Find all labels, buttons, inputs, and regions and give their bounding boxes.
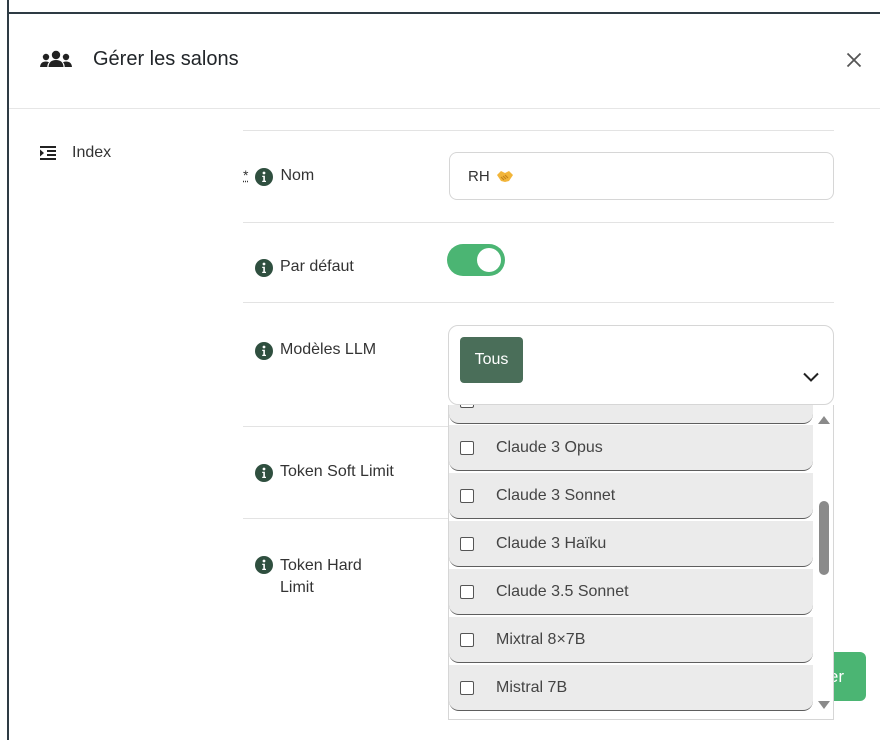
list-item[interactable]: Claude 3 Opus [449, 425, 813, 471]
sidebar-item-label: Index [72, 144, 112, 161]
option-label: Claude 3.5 Sonnet [496, 582, 629, 600]
close-icon[interactable] [842, 48, 866, 72]
manage-rooms-modal: Gérer les salons Index * Nom RH Par défa… [0, 0, 880, 740]
nom-input[interactable]: RH [449, 152, 834, 200]
option-checkbox[interactable] [460, 536, 474, 551]
option-checkbox[interactable] [460, 440, 474, 455]
modal-header: Gérer les salons [9, 14, 880, 109]
nom-input-value: RH [468, 167, 490, 185]
option-checkbox[interactable] [460, 632, 474, 647]
option-checkbox[interactable] [460, 680, 474, 695]
divider [243, 518, 448, 519]
info-icon[interactable] [255, 342, 273, 360]
dropdown-scrollbar[interactable] [813, 405, 833, 719]
divider [243, 426, 448, 427]
users-icon [40, 50, 72, 67]
option-label: Claude 3 Sonnet [496, 486, 616, 504]
modeles-dropdown-list[interactable]: Claude 3 Opus Claude 3 Sonnet Claude 3 H… [448, 405, 834, 720]
required-marker: * [243, 167, 249, 183]
option-checkbox[interactable] [460, 584, 474, 599]
field-label-token-soft: Token Soft Limit [255, 463, 394, 482]
par-defaut-toggle[interactable] [447, 244, 505, 276]
label-text: Par défaut [280, 258, 354, 275]
field-label-modeles: Modèles LLM [255, 341, 376, 360]
option-checkbox[interactable] [460, 405, 474, 408]
label-text: Token Soft Limit [280, 463, 394, 480]
option-label: Mistral 7B [496, 678, 568, 696]
modal-title: Gérer les salons [93, 48, 239, 70]
label-line-2: Limit [280, 579, 314, 596]
option-checkbox[interactable] [460, 488, 474, 503]
list-item[interactable]: Claude 3 Sonnet [449, 473, 813, 519]
list-item[interactable]: Claude 3 Haïku [449, 521, 813, 567]
option-label: Claude 3 Haïku [496, 534, 607, 552]
field-label-par-defaut: Par défaut [255, 258, 354, 277]
scroll-up-arrow-icon[interactable] [818, 416, 830, 424]
handshake-emoji-icon [496, 171, 513, 182]
list-item[interactable]: Claude 3.5 Sonnet [449, 569, 813, 615]
label-text: Nom [280, 167, 315, 184]
label-text: Token Hard Limit [280, 555, 362, 599]
option-label: Mixtral 8×7B [496, 630, 586, 648]
divider [243, 302, 834, 303]
divider [243, 222, 834, 223]
field-label-nom: * Nom [243, 167, 314, 186]
scroll-thumb[interactable] [819, 501, 829, 575]
field-label-token-hard: Token Hard Limit [255, 555, 362, 599]
chevron-down-icon[interactable] [802, 371, 820, 383]
label-line-1: Token Hard [280, 557, 362, 574]
info-icon[interactable] [255, 168, 274, 186]
info-icon[interactable] [255, 259, 273, 277]
selected-chip-tous[interactable]: Tous [460, 337, 523, 383]
list-item[interactable]: Mistral 7B [449, 665, 813, 711]
info-icon[interactable] [255, 464, 273, 482]
modeles-llm-select[interactable]: Tous [448, 325, 834, 405]
modal-left-border [7, 0, 9, 740]
option-label: Claude 3 Opus [496, 438, 603, 456]
list-indent-icon [40, 146, 56, 160]
toggle-knob [477, 248, 501, 272]
sidebar-item-index[interactable]: Index [40, 142, 111, 164]
scroll-down-arrow-icon[interactable] [818, 701, 830, 709]
list-item[interactable]: Mixtral 8×7B [449, 617, 813, 663]
divider [243, 130, 834, 131]
label-text: Modèles LLM [280, 341, 377, 358]
info-icon[interactable] [255, 556, 273, 574]
list-item-partial[interactable] [449, 405, 813, 424]
